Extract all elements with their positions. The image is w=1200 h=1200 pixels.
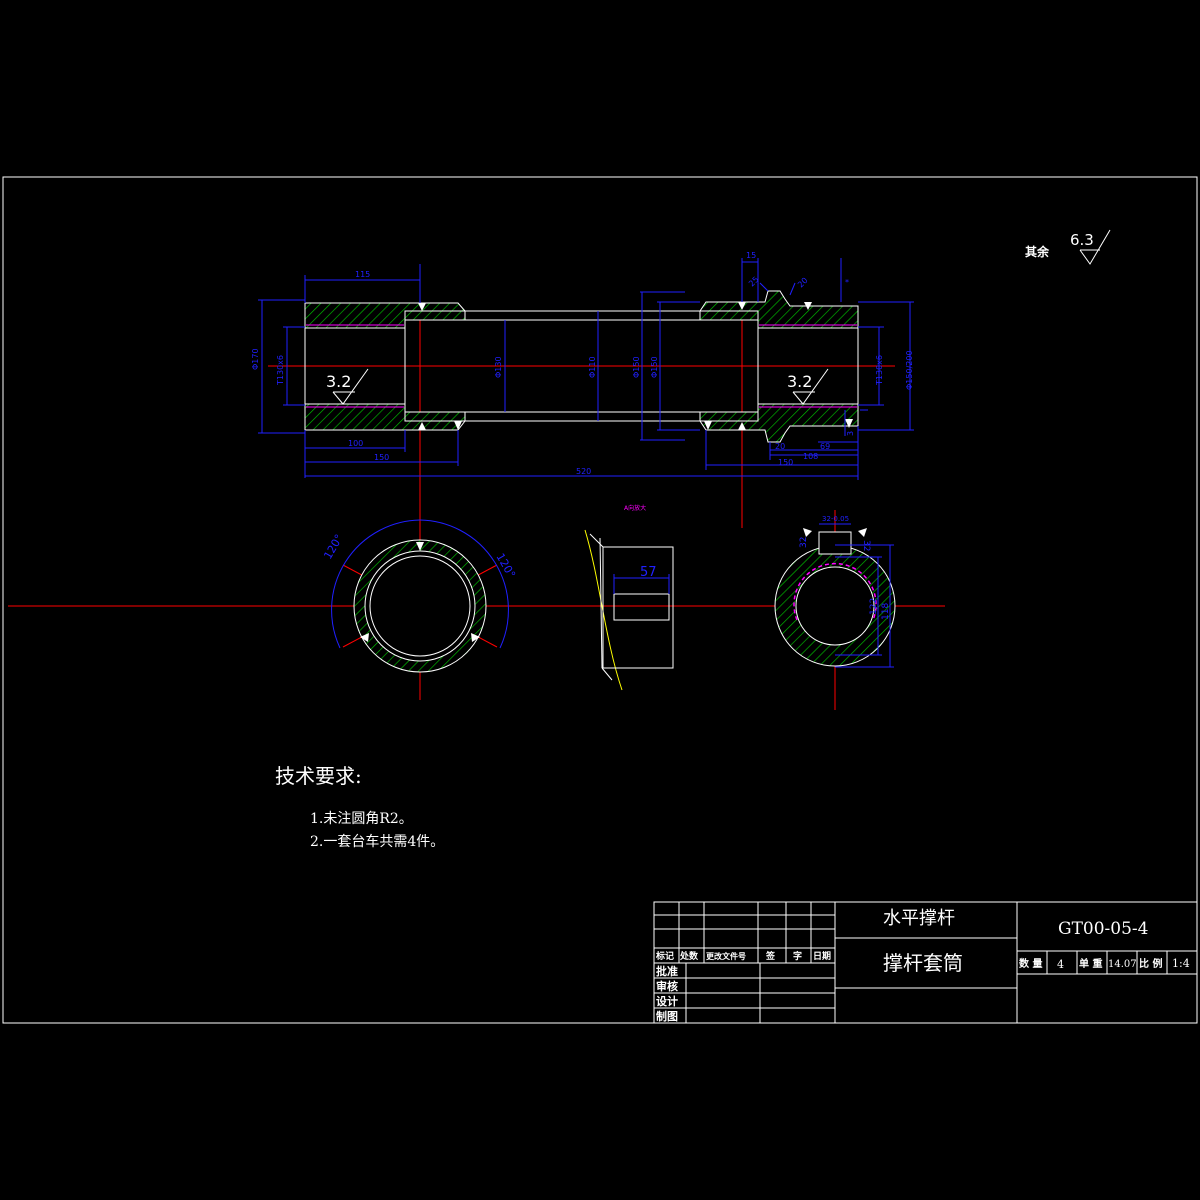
qty-value: 4 bbox=[1057, 958, 1064, 971]
dim-69: 69 bbox=[820, 442, 830, 451]
dim-150b: 150 bbox=[778, 458, 793, 467]
left-wall-top bbox=[304, 302, 466, 329]
leader-2 bbox=[789, 282, 796, 296]
weight-label: 单 重 bbox=[1079, 957, 1102, 970]
angle-120-left: 120° bbox=[321, 532, 346, 561]
dim-15: 15 bbox=[746, 251, 756, 260]
rev-header-6: 日期 bbox=[813, 950, 831, 962]
dim-phi150a: Φ150 bbox=[632, 356, 641, 378]
key-dim-right: 32 bbox=[861, 540, 871, 551]
dim-20: 20 bbox=[796, 276, 810, 290]
tech-item-1: 1.未注圆角R2。 bbox=[310, 811, 413, 827]
section-a-label: A向放大 bbox=[624, 504, 646, 512]
roughness-other-value: 6.3 bbox=[1070, 231, 1094, 249]
dim-108: 108 bbox=[803, 452, 818, 461]
drawing-frame bbox=[2, 176, 1198, 1024]
right-end-view: 122 118 32 32 32-0.05 bbox=[774, 510, 896, 710]
left-wall-bottom bbox=[304, 403, 466, 431]
rev-header-1: 标记 bbox=[655, 950, 674, 962]
dim-phi130: Φ130 bbox=[494, 356, 503, 378]
dim-t130-left: T130x6 bbox=[276, 355, 285, 386]
weight-value: 14.07 bbox=[1108, 959, 1137, 970]
roughness-other-label: 其余 bbox=[1025, 244, 1050, 259]
dim-520: 520 bbox=[576, 467, 591, 476]
leader-1 bbox=[759, 282, 769, 292]
tech-item-2: 2.一套台车共需4件。 bbox=[310, 833, 444, 850]
dim-25: 25 bbox=[747, 275, 761, 289]
cad-drawing: 3.2 3.2 115 15 25 20 * Φ170 T130x6 Φ130 … bbox=[2, 176, 1198, 1024]
roughness-left-value: 3.2 bbox=[326, 372, 351, 391]
role-approve: 批准 bbox=[656, 964, 678, 978]
dim-phi200: Φ150/200 bbox=[905, 350, 914, 390]
dim-115: 115 bbox=[355, 270, 370, 279]
tech-heading: 技术要求: bbox=[275, 764, 362, 788]
key-dim-width: 32-0.05 bbox=[822, 515, 849, 523]
right-inner-bore bbox=[795, 566, 875, 646]
right-wall-bottom bbox=[699, 403, 859, 443]
dim-t130-right: T130x6 bbox=[875, 355, 884, 386]
weld-mark-12 bbox=[803, 528, 812, 537]
dim-3: 3 bbox=[846, 431, 855, 436]
title-assembly: 水平撑杆 bbox=[883, 908, 955, 929]
dim-star: * bbox=[845, 278, 849, 287]
detail-view: 57 bbox=[584, 529, 674, 691]
scale-label: 比 例 bbox=[1139, 957, 1162, 970]
rev-header-5: 字 bbox=[793, 950, 802, 962]
tech-requirements: 技术要求: 1.未注圆角R2。 2.一套台车共需4件。 bbox=[275, 764, 444, 850]
right-wall-top bbox=[699, 290, 859, 329]
rev-header-3: 更改文件号 bbox=[706, 951, 746, 961]
roughness-left: 3.2 bbox=[326, 368, 369, 405]
dim-20b: 20 bbox=[775, 442, 785, 451]
dim-100: 100 bbox=[348, 439, 363, 448]
dim-118: 118 bbox=[881, 603, 891, 620]
drawing-number: GT00-05-4 bbox=[1058, 919, 1149, 939]
role-design: 设计 bbox=[656, 994, 678, 1008]
key-dim-left: 32 bbox=[799, 537, 809, 548]
roughness-right: 3.2 bbox=[787, 368, 829, 405]
dim-122: 122 bbox=[869, 598, 879, 615]
dim-phi150b: Φ150 bbox=[650, 356, 659, 378]
dim-57: 57 bbox=[640, 565, 657, 580]
roughness-other: 其余 6.3 bbox=[1025, 229, 1111, 265]
scale-value: 1:4 bbox=[1172, 957, 1190, 970]
qty-label: 数 量 bbox=[1019, 957, 1042, 970]
roughness-right-value: 3.2 bbox=[787, 372, 812, 391]
dim-150: 150 bbox=[374, 453, 389, 462]
rev-header-2: 处数 bbox=[679, 950, 699, 962]
inner-bore bbox=[364, 550, 476, 662]
role-draft: 制图 bbox=[656, 1009, 678, 1023]
dim-phi110: Φ110 bbox=[588, 356, 597, 378]
dim-phi170: Φ170 bbox=[251, 348, 260, 370]
role-review: 审核 bbox=[656, 979, 678, 993]
rev-header-4: 签 bbox=[765, 950, 776, 962]
weld-mark-13 bbox=[858, 528, 867, 537]
title-part: 撑杆套筒 bbox=[883, 951, 963, 975]
